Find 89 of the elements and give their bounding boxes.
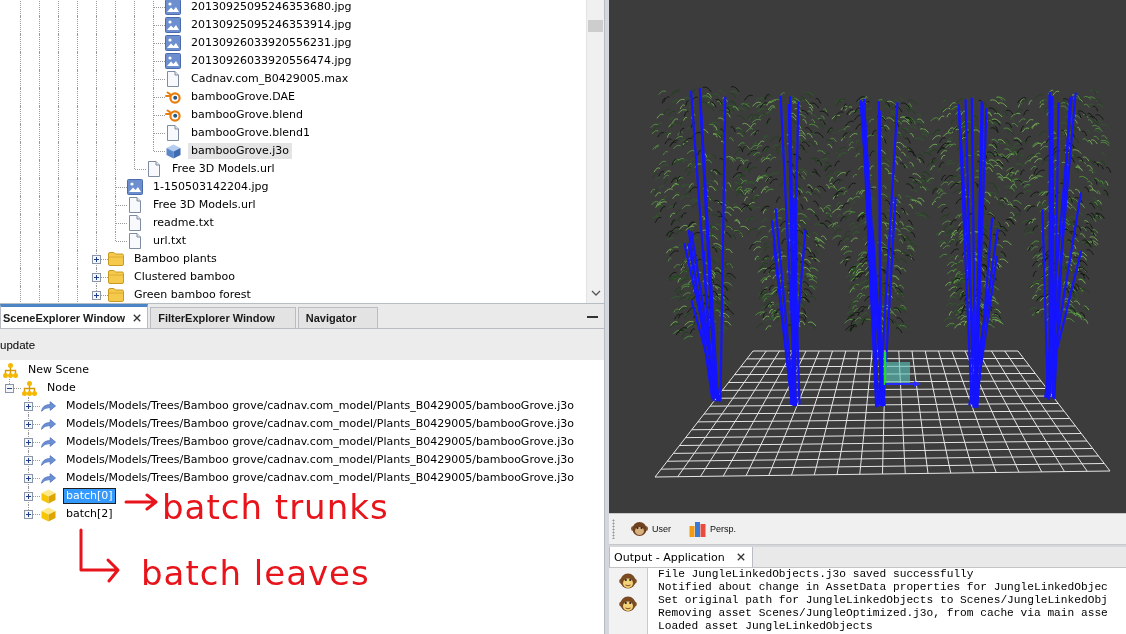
elbow-arrow-icon — [78, 528, 122, 584]
scene-node-name[interactable]: Models/Models/Trees/Bamboo grove/cadnav.com_model/Plants_B0429005/bambooGrove.j3o — [63, 398, 577, 414]
folder-icon — [108, 270, 124, 284]
file-name[interactable]: bambooGrove.j3o — [188, 143, 292, 159]
bar-chart-icon — [689, 521, 706, 537]
file-name[interactable]: Free 3D Models.url — [150, 197, 259, 213]
expand-toggle[interactable] — [24, 402, 33, 411]
chevron-down-icon[interactable] — [590, 290, 601, 296]
window-tab[interactable]: SceneExplorer Window — [0, 304, 149, 328]
folder-icon — [108, 288, 124, 302]
log-line: Loaded asset JungleLinkedObjects — [658, 620, 874, 633]
document-icon — [148, 161, 160, 177]
monkey-face-icon — [619, 572, 637, 590]
folder-icon — [108, 252, 124, 266]
ring-logo-icon — [165, 108, 181, 122]
ring-logo-icon — [165, 90, 181, 104]
update-button[interactable]: update — [0, 334, 38, 355]
scrollbar-track[interactable] — [586, 0, 604, 303]
file-name[interactable]: Cadnav.com_B0429005.max — [188, 71, 352, 87]
folder-name[interactable]: Clustered bamboo — [131, 269, 238, 285]
document-icon — [129, 197, 141, 213]
expand-toggle[interactable] — [24, 510, 33, 519]
curved-arrow-icon — [40, 436, 56, 448]
expand-toggle[interactable] — [5, 384, 14, 393]
scene-node-name[interactable]: batch[2] — [63, 506, 116, 522]
expand-toggle[interactable] — [92, 291, 101, 300]
file-name[interactable]: 20130926033920556231.jpg — [188, 35, 355, 51]
expand-toggle[interactable] — [24, 438, 33, 447]
3d-viewport[interactable] — [609, 0, 1126, 513]
image-file-icon — [165, 17, 181, 33]
window-tab[interactable]: Output - Application — [609, 547, 753, 567]
window-tab[interactable]: Navigator — [297, 307, 378, 328]
expand-toggle[interactable] — [24, 492, 33, 501]
expand-toggle[interactable] — [24, 456, 33, 465]
close-icon[interactable] — [133, 313, 142, 322]
scene-node-name[interactable]: Models/Models/Trees/Bamboo grove/cadnav.com_model/Plants_B0429005/bambooGrove.j3o — [63, 452, 577, 468]
monkey-head-icon — [631, 521, 648, 537]
curved-arrow-icon — [40, 472, 56, 484]
scroll-thumb[interactable] — [588, 20, 603, 32]
toolbar-grip[interactable] — [612, 519, 615, 539]
expand-toggle[interactable] — [24, 474, 33, 483]
cube-icon — [40, 506, 56, 522]
arrow-icon — [124, 492, 158, 512]
document-icon — [129, 215, 141, 231]
curved-arrow-icon — [40, 418, 56, 430]
curved-arrow-icon — [40, 454, 56, 466]
expand-toggle[interactable] — [92, 273, 101, 282]
file-name[interactable]: 20130925095246353914.jpg — [188, 17, 355, 33]
image-file-icon — [165, 35, 181, 51]
hierarchy-icon — [2, 362, 18, 378]
log-line: File JungleLinkedObjects.j3o saved successfully — [658, 568, 975, 581]
file-name[interactable]: 1-150503142204.jpg — [150, 179, 272, 195]
file-name[interactable]: 20130925095246353680.jpg — [188, 0, 355, 15]
hierarchy-icon — [21, 380, 37, 396]
scene-node-name[interactable]: Models/Models/Trees/Bamboo grove/cadnav.com_model/Plants_B0429005/bambooGrove.j3o — [63, 416, 577, 432]
scene-node-name[interactable]: Models/Models/Trees/Bamboo grove/cadnav.com_model/Plants_B0429005/bambooGrove.j3o — [63, 434, 577, 450]
file-name[interactable]: readme.txt — [150, 215, 217, 231]
file-name[interactable]: url.txt — [150, 233, 190, 249]
file-name[interactable]: bambooGrove.DAE — [188, 89, 298, 105]
toolbar-button[interactable]: Persp. — [685, 517, 741, 541]
log-line: Notified about change in AssetData properties for JungleLinkedObjec — [658, 581, 1108, 594]
file-name[interactable]: bambooGrove.blend — [188, 107, 306, 123]
image-file-icon — [127, 179, 143, 195]
expand-toggle[interactable] — [24, 420, 33, 429]
log-line: Set original path for JungleLinkedObjects to Scenes/JungleLinkedObj — [658, 594, 1108, 607]
cube-icon — [165, 143, 181, 159]
toolbar-button[interactable]: User — [627, 517, 675, 541]
cube-icon — [40, 488, 56, 504]
transform-gizmo[interactable] — [883, 352, 921, 387]
document-icon — [167, 125, 179, 141]
monkey-face-icon — [619, 595, 637, 613]
scene-node-name[interactable]: Models/Models/Trees/Bamboo grove/cadnav.com_model/Plants_B0429005/bambooGrove.j3o — [63, 470, 577, 486]
annotation-text: batch trunks — [162, 490, 389, 524]
scene-node-name[interactable]: New Scene — [25, 362, 93, 378]
document-icon — [167, 71, 179, 87]
file-name[interactable]: Free 3D Models.url — [169, 161, 278, 177]
curved-arrow-icon — [40, 400, 56, 412]
folder-name[interactable]: Bamboo plants — [131, 251, 220, 267]
image-file-icon — [165, 53, 181, 69]
expand-toggle[interactable] — [92, 255, 101, 264]
log-line: Removing asset Scenes/JungleOptimized.j3o, from cache via main asse — [658, 607, 1108, 620]
file-name[interactable]: 20130926033920556474.jpg — [188, 53, 355, 69]
folder-name[interactable]: Green bamboo forest — [131, 287, 254, 303]
close-icon[interactable] — [736, 553, 745, 561]
document-icon — [129, 233, 141, 249]
window-tab[interactable]: FilterExplorer Window — [150, 307, 296, 328]
scene-node-name[interactable]: Node — [44, 380, 79, 396]
file-name[interactable]: bambooGrove.blend1 — [188, 125, 313, 141]
annotation-text: batch leaves — [141, 556, 370, 590]
